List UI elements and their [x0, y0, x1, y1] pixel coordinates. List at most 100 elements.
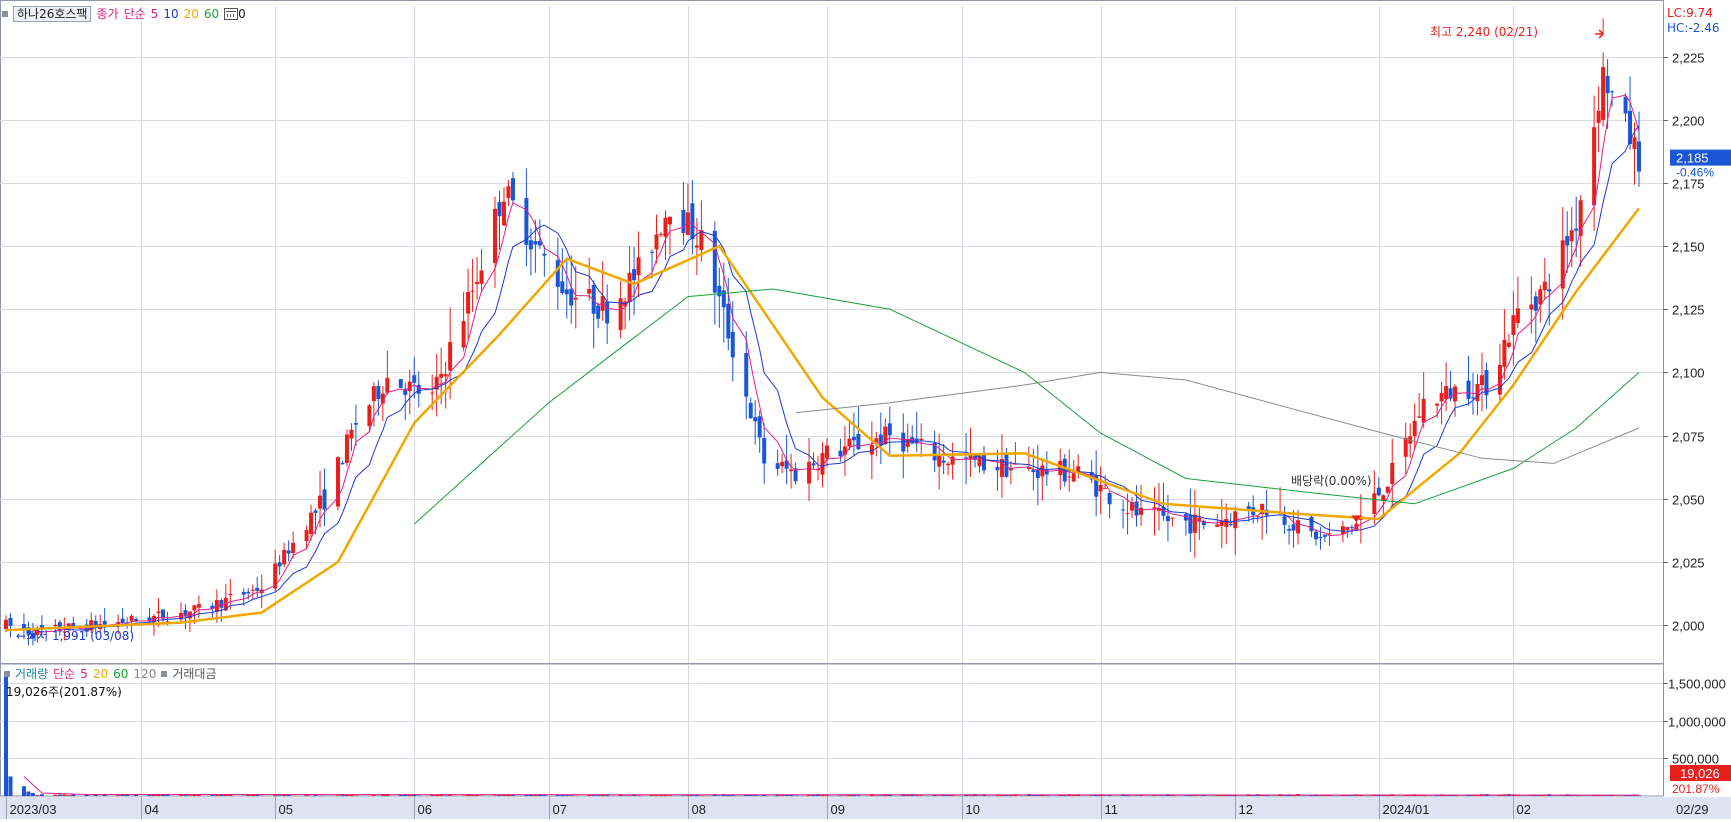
- candle-down: [1188, 515, 1192, 534]
- candle-down: [246, 592, 250, 594]
- candle-up: [1413, 421, 1417, 436]
- candle-down: [121, 619, 125, 623]
- volume-bar: [462, 795, 466, 796]
- candle-up: [906, 439, 910, 447]
- y-tick-label: 2,075: [1672, 430, 1705, 445]
- candle-down: [242, 592, 246, 595]
- candle-up: [493, 209, 497, 263]
- candle-up: [1422, 399, 1426, 423]
- x-tick-label: 12: [1239, 802, 1253, 817]
- candle-up: [192, 605, 196, 610]
- legend-calendar[interactable]: 0: [224, 7, 246, 21]
- volume-tick-label: 1,500,000: [1668, 677, 1726, 692]
- volume-bar: [637, 795, 641, 796]
- high-annotation: 최고 2,240 (02/21): [1430, 25, 1538, 39]
- legend-ma60: 60: [204, 7, 219, 21]
- candle-down: [399, 379, 403, 388]
- x-tick-label: 08: [692, 802, 706, 817]
- candle-up: [1633, 137, 1637, 149]
- x-tick-label: 06: [418, 802, 432, 817]
- volume-label: 거래량: [15, 667, 48, 681]
- volume-bar: [31, 793, 35, 796]
- amount-label: 거래대금: [172, 667, 216, 681]
- candle-down: [852, 437, 856, 440]
- x-tick-label: 2023/03: [10, 802, 57, 817]
- candle-up: [1170, 518, 1174, 519]
- lc-indicator: LC:9.74: [1667, 6, 1713, 20]
- volume-bar: [1534, 795, 1538, 796]
- candle-down: [1610, 91, 1614, 92]
- x-tick-label-end: 02/29: [1676, 802, 1709, 817]
- candle-up: [1538, 289, 1542, 304]
- volume-bar: [278, 795, 282, 796]
- candle-up: [349, 430, 353, 439]
- candle-up: [919, 439, 923, 440]
- candle-up: [466, 292, 470, 314]
- volume-bar: [1161, 795, 1165, 796]
- candle-down: [354, 423, 358, 425]
- candle-up: [448, 342, 452, 370]
- candle-up: [1570, 230, 1574, 241]
- volume-ma60: 60: [113, 667, 128, 681]
- candle-up: [1296, 520, 1300, 533]
- volume-bar: [471, 795, 475, 796]
- candle-down: [1283, 516, 1287, 525]
- y-tick-label: 2,000: [1672, 619, 1705, 634]
- volume-bar: [919, 795, 923, 796]
- candle-down: [1292, 524, 1296, 530]
- candle-up: [695, 246, 699, 248]
- candle-up: [1327, 533, 1331, 534]
- candle-down: [1624, 97, 1628, 114]
- candle-up: [1390, 463, 1394, 484]
- candle-up: [655, 234, 659, 249]
- candle-up: [251, 590, 255, 591]
- volume-bar: [103, 795, 107, 796]
- background: [0, 0, 1731, 819]
- candle-down: [1036, 470, 1040, 478]
- legend-ma10: 10: [163, 7, 178, 21]
- volume-legend: 거래량 단순 5 20 60 120 거래대금: [4, 667, 217, 681]
- price-legend: 하나26호스팩 종가 단순 5 10 20 60 0: [2, 6, 246, 22]
- candle-up: [471, 291, 475, 292]
- volume-bar: [937, 795, 941, 796]
- candle-up: [1139, 508, 1143, 515]
- legend-ma20: 20: [184, 7, 199, 21]
- candle-up: [430, 393, 434, 394]
- symbol-name-button[interactable]: 하나26호스팩: [13, 6, 91, 22]
- candle-up: [318, 496, 322, 509]
- calendar-icon[interactable]: [224, 8, 238, 20]
- candle-up: [1543, 282, 1547, 291]
- candle-up: [197, 604, 201, 608]
- candle-down: [542, 254, 546, 256]
- candle-down: [183, 610, 187, 615]
- candle-up: [1601, 67, 1605, 120]
- candle-down: [323, 489, 327, 509]
- candle-down: [717, 286, 721, 296]
- candle-up: [825, 446, 829, 459]
- candle-down: [731, 332, 735, 357]
- volume-bar: [62, 795, 66, 796]
- amount-marker-icon: [161, 671, 167, 677]
- volume-legend-marker-icon: [4, 671, 10, 677]
- legend-marker-icon: [2, 11, 8, 17]
- y-tick-label: 2,200: [1672, 114, 1705, 129]
- candle-down: [713, 231, 717, 293]
- legend-price-label: 종가: [96, 7, 118, 21]
- current-volume-pct: 201.87%: [1672, 782, 1720, 796]
- candle-up: [1480, 375, 1484, 385]
- candle-down: [497, 202, 501, 216]
- candle-down: [1310, 517, 1314, 531]
- candle-down: [995, 467, 999, 470]
- candle-down: [1377, 488, 1381, 496]
- candle-down: [1637, 141, 1641, 171]
- candle-up: [780, 462, 784, 466]
- candle-down: [942, 461, 946, 463]
- candle-down: [758, 416, 762, 437]
- candle-up: [367, 405, 371, 426]
- volume-bar: [681, 795, 685, 796]
- volume-bar: [1045, 795, 1049, 796]
- dividend-annotation: 배당락(0.00%): [1291, 474, 1372, 488]
- y-tick-label: 2,025: [1672, 556, 1705, 571]
- candle-up: [372, 386, 376, 401]
- candle-down: [982, 453, 986, 470]
